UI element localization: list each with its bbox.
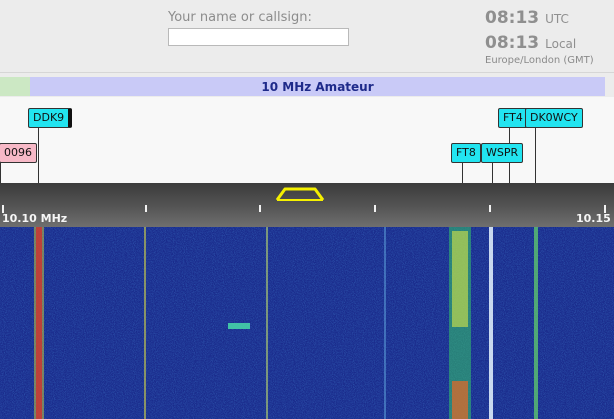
utc-time: 08:13 bbox=[485, 8, 540, 28]
marker-stem-wspr bbox=[492, 163, 493, 183]
marker-ft8[interactable]: FT8 bbox=[451, 143, 481, 163]
frequency-scale[interactable]: 10.10 MHz 10.15 M bbox=[0, 183, 614, 227]
local-time: 08:13 bbox=[485, 33, 540, 53]
freq-label-left: 10.10 MHz bbox=[2, 212, 68, 225]
marker-wspr[interactable]: WSPR bbox=[481, 143, 524, 163]
marker-stem-ddk9 bbox=[38, 128, 39, 183]
tick bbox=[145, 205, 147, 212]
tick bbox=[489, 205, 491, 212]
marker-0096[interactable]: 0096 bbox=[0, 143, 37, 163]
name-label: Your name or callsign: bbox=[168, 10, 312, 25]
utc-clock: 08:13 UTC bbox=[485, 8, 614, 28]
local-label: Local bbox=[545, 37, 577, 51]
freq-label-right: 10.15 M bbox=[576, 212, 614, 225]
marker-stem-0096 bbox=[0, 163, 1, 183]
marker-stem-dk0wcy bbox=[535, 128, 536, 183]
timezone-label: Europe/London (GMT) bbox=[485, 55, 594, 66]
header-panel: Your name or callsign: 08:13 UTC 08:13 Loc… bbox=[0, 0, 614, 73]
band-bar[interactable]: 10 MHz Amateur bbox=[0, 77, 605, 96]
utc-label: UTC bbox=[545, 12, 569, 26]
marker-area: DDK9 0096 FT4 DK0WCY FT8 WSPR bbox=[0, 97, 614, 183]
marker-stem-ft8 bbox=[462, 163, 463, 183]
callsign-input[interactable] bbox=[168, 28, 349, 46]
marker-ft4[interactable]: FT4 bbox=[498, 108, 528, 128]
local-clock: 08:13 Local bbox=[485, 33, 614, 53]
waterfall-display[interactable] bbox=[0, 227, 614, 419]
band-segment-left[interactable] bbox=[0, 77, 30, 96]
tick bbox=[259, 205, 261, 212]
band-segment-10mhz[interactable]: 10 MHz Amateur bbox=[30, 77, 605, 96]
marker-ddk9[interactable]: DDK9 bbox=[28, 108, 73, 128]
tick bbox=[374, 205, 376, 212]
passband-marker-icon[interactable] bbox=[0, 183, 614, 227]
marker-dk0wcy[interactable]: DK0WCY bbox=[525, 108, 583, 128]
